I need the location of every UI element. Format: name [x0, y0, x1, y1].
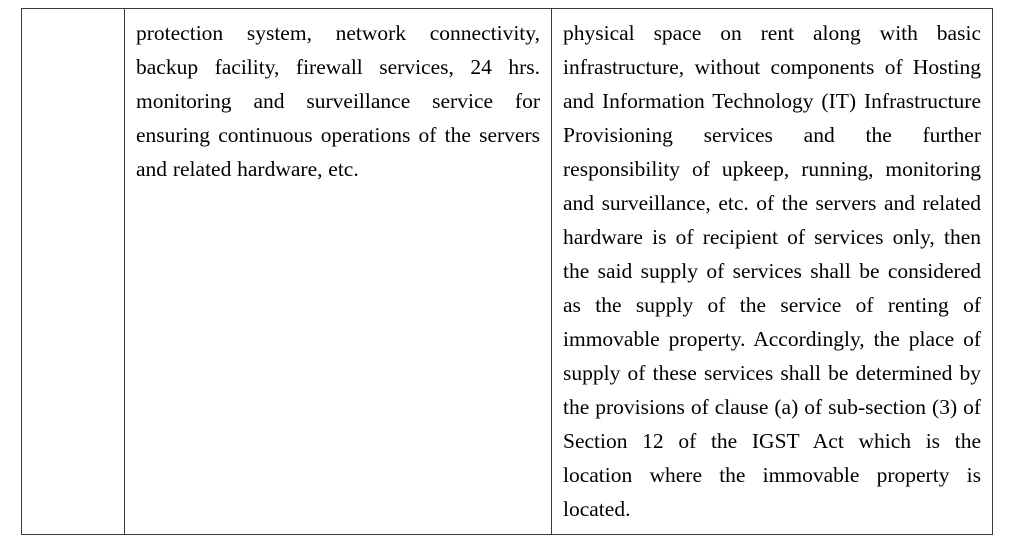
table-cell-description: protection system, network connectivity,…	[124, 8, 552, 535]
description-paragraph: protection system, network connectivity,…	[136, 21, 540, 181]
table-row: protection system, network connectivity,…	[21, 8, 993, 535]
table-cell-clarification: physical space on rent along with basic …	[551, 8, 993, 535]
table-cell-marker	[21, 8, 125, 535]
clarification-paragraph: physical space on rent along with basic …	[563, 21, 981, 521]
document-page: protection system, network connectivity,…	[0, 0, 1024, 547]
clarification-cell-body: physical space on rent along with basic …	[552, 9, 992, 534]
content-table: protection system, network connectivity,…	[21, 8, 993, 535]
description-cell-body: protection system, network connectivity,…	[125, 9, 551, 194]
